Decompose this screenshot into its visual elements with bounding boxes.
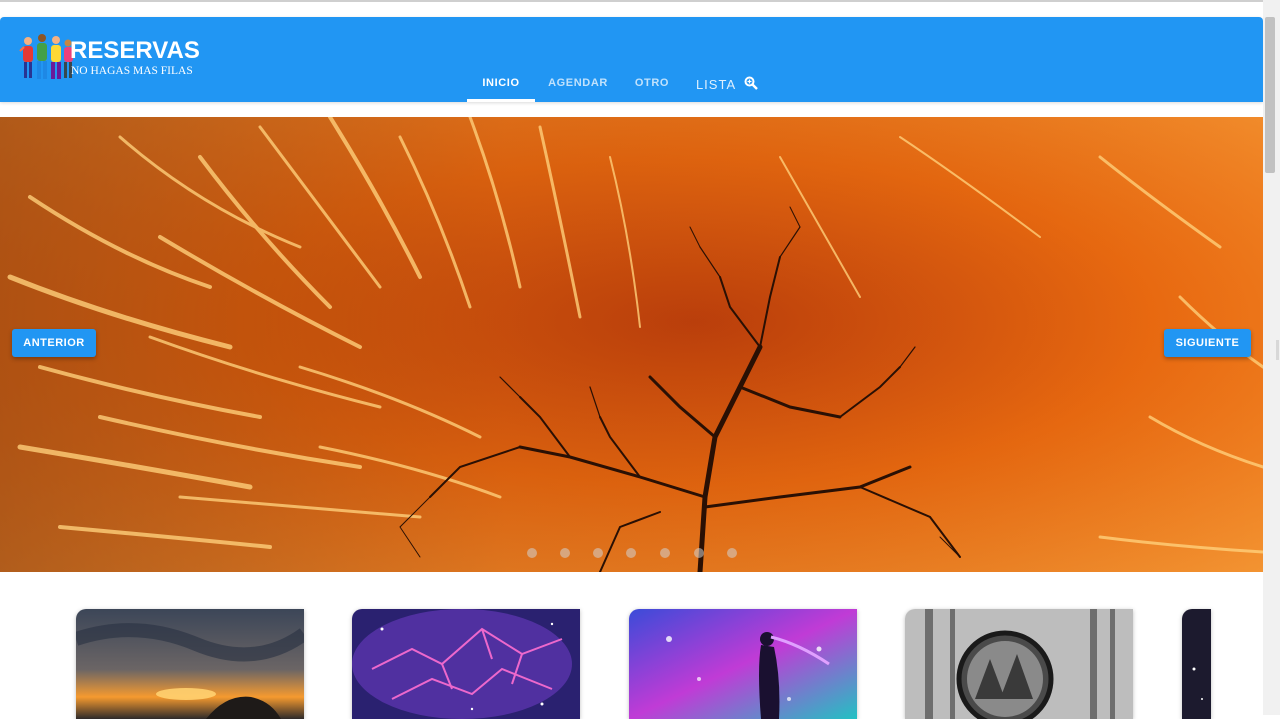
window-top-border (0, 0, 1280, 2)
tab-label: OTRO (634, 77, 670, 89)
image-card-forest-lens[interactable] (905, 609, 1133, 719)
search-icon (744, 76, 758, 90)
tab-label: LISTA (695, 77, 736, 92)
carousel-dot-3[interactable] (593, 548, 603, 558)
carousel-dot-1[interactable] (527, 548, 537, 558)
previous-slide-button[interactable]: ANTERIOR (12, 329, 96, 357)
tab-label: INICIO (482, 77, 520, 89)
brand-logo[interactable]: RESERVAS NO HAGAS MAS FILAS (18, 31, 200, 87)
image-card-galaxy-girl[interactable] (629, 609, 857, 719)
active-tab-indicator (467, 99, 535, 102)
carousel-dot-7[interactable] (727, 548, 737, 558)
scrollbar-marker (1276, 340, 1279, 360)
card-image (352, 609, 580, 719)
image-card-nebula[interactable] (352, 609, 580, 719)
carousel-dot-5[interactable] (660, 548, 670, 558)
top-navbar: RESERVAS NO HAGAS MAS FILAS INICIO AGEND… (0, 17, 1263, 102)
card-image (76, 609, 304, 719)
carousel-dot-6[interactable] (694, 548, 704, 558)
image-card-sunset[interactable] (76, 609, 304, 719)
tab-label: AGENDAR (548, 77, 608, 89)
tab-lista[interactable]: LISTA (691, 71, 763, 104)
brand-subtitle: NO HAGAS MAS FILAS (71, 65, 193, 77)
card-image (1182, 609, 1211, 719)
card-image (905, 609, 1133, 719)
carousel-slide-image (0, 117, 1263, 572)
next-slide-button[interactable]: SIGUIENTE (1164, 329, 1251, 357)
tab-otro[interactable]: OTRO (625, 69, 679, 102)
carousel-dot-4[interactable] (626, 548, 636, 558)
people-logo-icon (19, 34, 75, 79)
tab-agendar[interactable]: AGENDAR (542, 69, 614, 102)
scrollbar-thumb[interactable] (1265, 17, 1275, 173)
image-card-space-partial[interactable] (1182, 609, 1211, 719)
brand-title: RESERVAS (70, 37, 200, 64)
carousel-dot-2[interactable] (560, 548, 570, 558)
tab-inicio[interactable]: INICIO (467, 69, 535, 102)
vertical-scrollbar[interactable] (1263, 0, 1280, 715)
card-image (629, 609, 857, 719)
image-carousel: ANTERIOR SIGUIENTE (0, 117, 1263, 572)
